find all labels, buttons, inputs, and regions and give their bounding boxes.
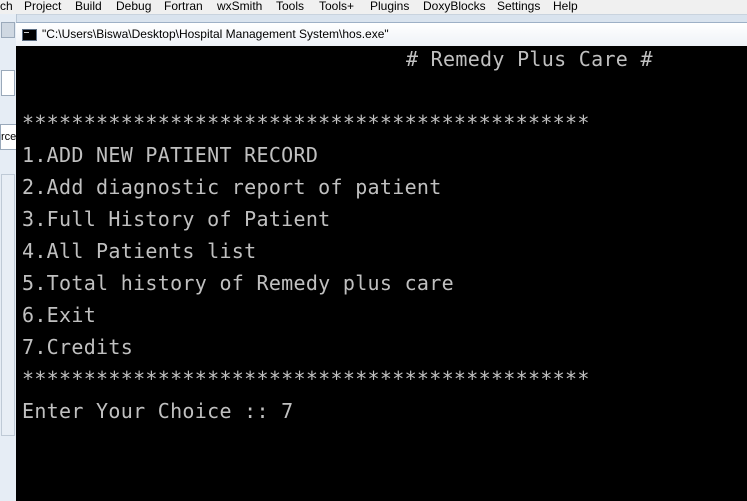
menu-item-settings[interactable]: Settings: [497, 0, 540, 12]
console-title-bar[interactable]: "C:\Users\Biswa\Desktop\Hospital Managem…: [16, 22, 747, 46]
menu-item-debug[interactable]: Debug: [116, 0, 151, 12]
separator-bottom: ****************************************…: [22, 367, 590, 391]
menu-item-wxsmith[interactable]: wxSmith: [217, 0, 262, 12]
separator-top: ****************************************…: [22, 111, 590, 135]
menu-option-4: 4.All Patients list: [22, 239, 257, 263]
menu-item-search[interactable]: ch: [0, 0, 13, 12]
menu-option-6: 6.Exit: [22, 303, 97, 327]
menu-item-help[interactable]: Help: [553, 0, 578, 12]
panel-tree: [1, 174, 15, 436]
console-window: "C:\Users\Biswa\Desktop\Hospital Managem…: [16, 22, 747, 501]
window-title: "C:\Users\Biswa\Desktop\Hospital Managem…: [42, 27, 389, 41]
menu-item-tools-plus[interactable]: Tools+: [319, 0, 354, 12]
console-screen[interactable]: # Remedy Plus Care # *******************…: [16, 46, 747, 501]
choice-prompt[interactable]: Enter Your Choice :: 7: [22, 400, 294, 422]
console-heading: # Remedy Plus Care #: [406, 47, 653, 71]
menu-item-build[interactable]: Build: [75, 0, 102, 12]
menu-option-5: 5.Total history of Remedy plus care: [22, 271, 454, 295]
menu-option-3: 3.Full History of Patient: [22, 207, 331, 231]
menu-option-1: 1.ADD NEW PATIENT RECORD: [22, 143, 319, 167]
menu-item-project[interactable]: Project: [24, 0, 61, 12]
ide-side-panel: rce: [0, 14, 17, 501]
toolbar-icon[interactable]: [1, 22, 15, 38]
panel-tab[interactable]: [1, 70, 15, 96]
sources-tab-label: rce: [1, 131, 17, 143]
menu-option-7: 7.Credits: [22, 335, 134, 359]
sources-tab[interactable]: rce: [0, 124, 17, 150]
menu-item-tools[interactable]: Tools: [276, 0, 304, 12]
menu-item-fortran[interactable]: Fortran: [164, 0, 203, 12]
menu-option-2: 2.Add diagnostic report of patient: [22, 175, 442, 199]
menu-item-doxyblocks[interactable]: DoxyBlocks: [423, 0, 486, 12]
console-app-icon: [22, 29, 37, 41]
menu-item-plugins[interactable]: Plugins: [370, 0, 409, 12]
ide-menu-bar: ch Project Build Debug Fortran wxSmith T…: [0, 0, 747, 15]
